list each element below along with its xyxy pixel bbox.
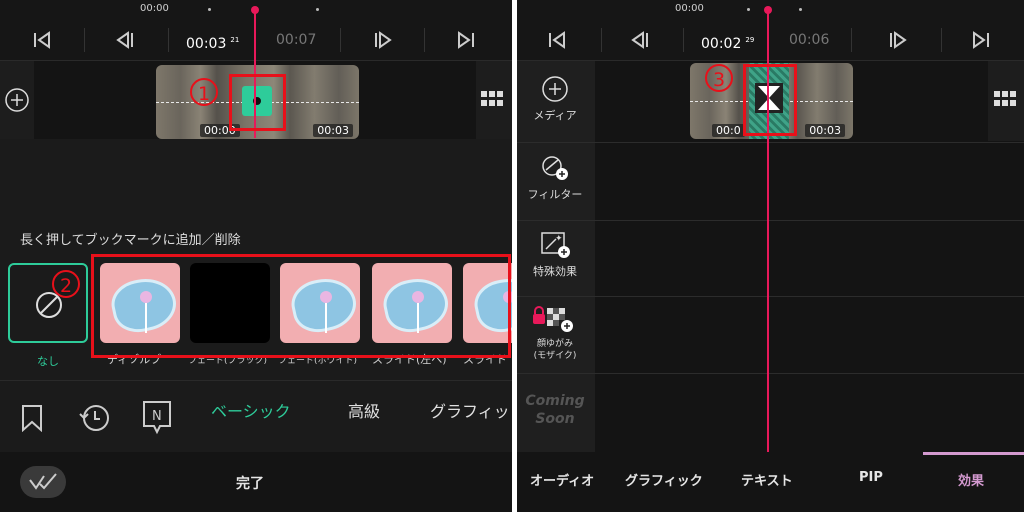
annotation-number-2: 2	[52, 270, 80, 298]
media-button[interactable]: メディア	[517, 75, 593, 123]
tab-advanced[interactable]: 高級	[348, 398, 380, 422]
face-mosaic-button[interactable]: 顔ゆがみ (モザイク)	[517, 306, 593, 362]
add-media-button[interactable]	[0, 61, 34, 139]
playhead-handle[interactable]	[764, 6, 772, 14]
ruler-tick	[747, 8, 750, 11]
filter-icon	[542, 156, 568, 180]
prev-frame-button[interactable]	[621, 20, 661, 60]
done-button[interactable]: 完了	[236, 473, 264, 493]
bookmark-icon	[22, 405, 42, 433]
total-time: 00:06	[789, 32, 830, 48]
clip-end-label: 00:03	[805, 124, 845, 137]
tab-graphic[interactable]: グラフィッ	[430, 398, 510, 422]
coming-soon-label: Coming Soon	[525, 393, 585, 427]
active-tab-indicator	[923, 452, 1024, 455]
current-time: 00:02 29	[701, 36, 755, 52]
face-mosaic-label: 顔ゆがみ (モザイク)	[533, 339, 577, 361]
skip-end-icon	[973, 31, 989, 49]
ruler-tick	[316, 8, 319, 11]
filter-label: フィルター	[527, 188, 583, 201]
annotation-number-3: 3	[705, 64, 733, 92]
next-frame-icon	[375, 31, 392, 49]
skip-start-icon	[549, 31, 565, 49]
tab-basic[interactable]: ベーシック	[211, 398, 291, 422]
none-transition-label: なし	[37, 355, 59, 368]
grid-view-button[interactable]	[476, 61, 512, 139]
special-effects-button[interactable]: ✦ 特殊効果	[517, 231, 593, 279]
tab-audio[interactable]: オーディオ	[530, 470, 594, 489]
recent-tab[interactable]	[78, 402, 112, 438]
prev-frame-icon	[116, 31, 133, 49]
ruler-start-label: 00:00	[675, 3, 704, 14]
apply-all-button[interactable]	[20, 466, 66, 498]
skip-start-icon	[34, 31, 50, 49]
plus-circle-icon	[5, 88, 29, 112]
tab-graphic[interactable]: グラフィック	[625, 470, 703, 489]
plus-circle-icon	[542, 76, 568, 102]
grid-icon	[481, 91, 503, 106]
ruler-start-label: 00:00	[140, 3, 169, 14]
prev-frame-icon	[631, 31, 648, 49]
skip-start-button[interactable]	[22, 20, 62, 60]
skip-end-button[interactable]	[961, 20, 1001, 60]
grid-view-button[interactable]	[988, 61, 1024, 141]
magic-wand-icon: ✦	[541, 232, 570, 258]
annotation-number-1: 1	[190, 78, 218, 106]
tab-pip[interactable]: PIP	[859, 470, 883, 485]
current-time: 00:03 21	[186, 36, 240, 52]
next-frame-button[interactable]	[362, 20, 402, 60]
right-editor-panel: 00:00 00:02 29 00:06 メディア フィルター ✦ 特殊効果 顔…	[517, 0, 1024, 512]
total-time: 00:07	[276, 32, 317, 48]
playhead-handle[interactable]	[251, 6, 259, 14]
grid-icon	[994, 91, 1016, 106]
next-frame-icon	[890, 31, 907, 49]
bookmark-tab[interactable]	[20, 404, 44, 436]
new-tab[interactable]: N	[142, 400, 172, 440]
next-frame-button[interactable]	[877, 20, 917, 60]
bookmark-hint: 長く押してブックマークに追加／削除	[20, 233, 241, 248]
tab-effects[interactable]: 効果	[958, 470, 984, 489]
filter-button[interactable]: フィルター	[517, 154, 593, 202]
svg-text:✦: ✦	[555, 234, 563, 244]
special-effects-label: 特殊効果	[533, 265, 577, 278]
svg-text:N: N	[152, 409, 162, 424]
ruler-tick	[799, 8, 802, 11]
left-editor-panel: 00:00 00:03 21 00:07 00:00 00:03 1 長く押して…	[0, 0, 512, 512]
annotation-box-3	[743, 64, 797, 136]
history-icon	[79, 405, 109, 431]
annotation-box-2	[91, 254, 511, 358]
playback-controls: 00:02 29 00:06	[517, 20, 1024, 61]
prev-frame-button[interactable]	[106, 20, 146, 60]
skip-end-icon	[458, 31, 474, 49]
skip-start-button[interactable]	[537, 20, 577, 60]
new-badge-icon: N	[143, 401, 171, 435]
skip-end-button[interactable]	[446, 20, 486, 60]
media-label: メディア	[533, 109, 577, 122]
ruler-tick	[208, 8, 211, 11]
mosaic-icon	[533, 306, 573, 332]
clip-start-label: 00:0	[712, 124, 745, 137]
annotation-box-1	[229, 74, 286, 131]
playback-controls: 00:03 21 00:07	[0, 20, 512, 61]
double-check-icon	[29, 473, 57, 490]
clip-end-label: 00:03	[313, 124, 353, 137]
tab-text[interactable]: テキスト	[741, 470, 793, 489]
